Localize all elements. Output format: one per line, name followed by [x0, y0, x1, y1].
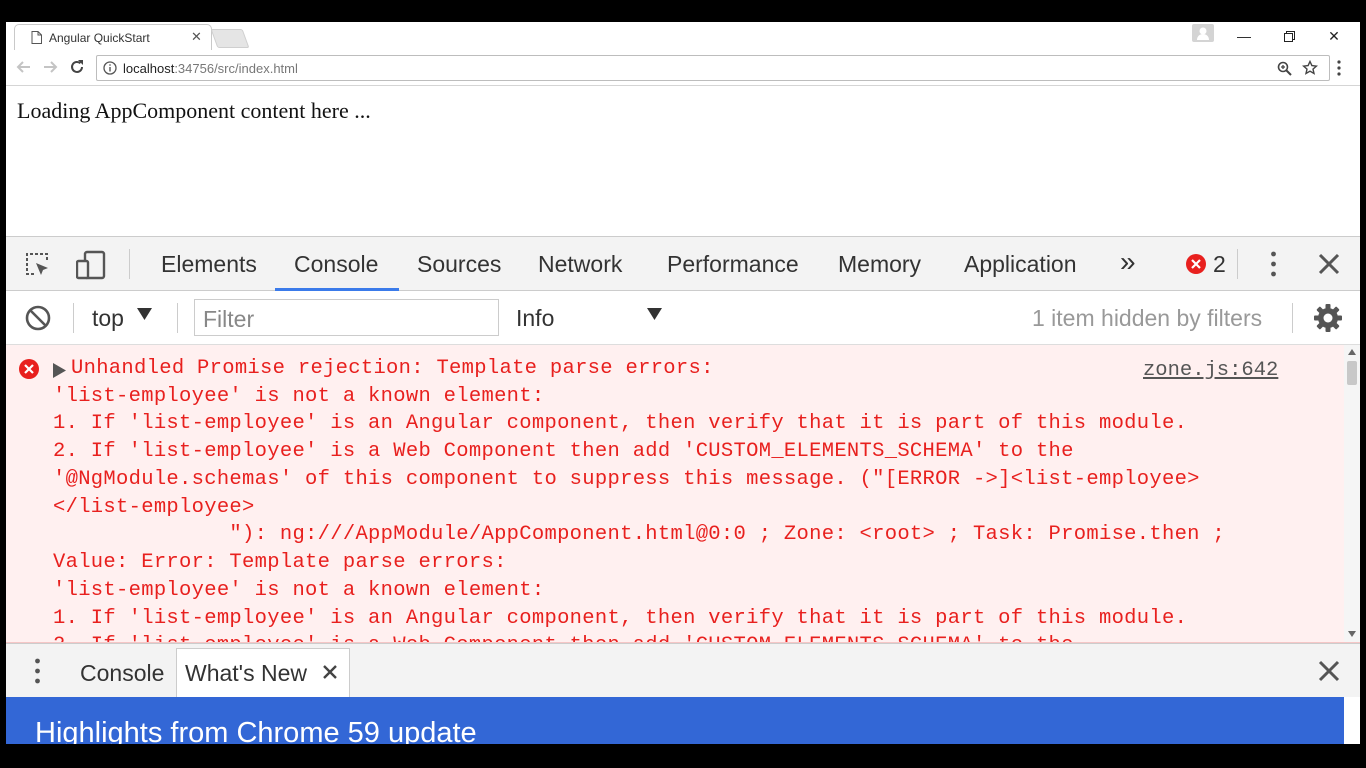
close-drawer-icon[interactable] [1318, 660, 1340, 682]
log-level-select[interactable]: Info [516, 305, 554, 332]
devtools-tab-bar: Elements Console Sources Network Perform… [6, 237, 1360, 291]
inspect-element-icon[interactable] [24, 251, 52, 279]
page-loading-text: Loading AppComponent content here ... [17, 98, 371, 123]
toolbar-divider [73, 303, 74, 333]
banner-heading: Highlights from Chrome 59 update [35, 717, 477, 744]
filter-placeholder: Filter [203, 306, 255, 332]
gear-icon[interactable] [1313, 303, 1343, 333]
console-message-line: 1. If 'list-employee' is an Angular comp… [53, 412, 1188, 435]
console-message-line: Value: Error: Template parse errors: [53, 551, 507, 574]
scroll-down-icon[interactable] [1348, 631, 1356, 637]
close-tab-icon[interactable] [323, 665, 337, 679]
url-host: localhost [123, 61, 175, 76]
console-message-line: 2. If 'list-employee' is a Web Component… [53, 440, 1074, 463]
hidden-items-status: 1 item hidden by filters [1032, 305, 1263, 331]
tab-elements[interactable]: Elements [161, 251, 257, 278]
toolbar-divider [1292, 303, 1293, 333]
url-text: localhost:34756/src/index.html [123, 61, 298, 76]
browser-toolbar: localhost:34756/src/index.html [6, 50, 1360, 86]
drawer-tab-whats-new[interactable]: What's New [176, 648, 350, 698]
tab-strip: Angular QuickStart ✕ — ✕ [6, 22, 1360, 50]
new-tab-button[interactable] [210, 29, 250, 48]
source-link[interactable]: zone.js:642 [1143, 359, 1278, 382]
tab-console[interactable]: Console [294, 251, 378, 278]
bookmark-star-icon[interactable] [1302, 60, 1318, 76]
minimize-button[interactable]: — [1222, 22, 1266, 50]
toolbar-divider [177, 303, 178, 333]
scroll-thumb[interactable] [1347, 361, 1357, 385]
page-icon [31, 31, 42, 44]
expand-triangle-icon[interactable] [53, 363, 66, 378]
close-window-button[interactable]: ✕ [1312, 22, 1356, 50]
address-bar[interactable]: localhost:34756/src/index.html [96, 55, 1330, 81]
console-scrollbar[interactable] [1344, 345, 1360, 642]
tab-network[interactable]: Network [538, 251, 622, 278]
error-count-icon[interactable] [1186, 254, 1206, 274]
console-message-line: 2. If 'list-employee' is a Web Component… [53, 634, 1074, 642]
more-tabs-button[interactable]: » [1120, 246, 1136, 278]
clear-console-icon[interactable] [25, 305, 51, 331]
browser-window: Angular QuickStart ✕ — ✕ localhost:34756… [6, 22, 1360, 744]
console-message-line: </list-employee> [53, 496, 255, 519]
tab-performance[interactable]: Performance [667, 251, 799, 278]
console-message-line: 'list-employee' is not a known element: [53, 385, 545, 408]
reload-icon[interactable] [69, 59, 85, 75]
close-tab-icon[interactable]: ✕ [191, 29, 202, 45]
chevron-down-icon[interactable] [137, 308, 152, 320]
zoom-icon[interactable] [1277, 61, 1292, 76]
url-path: :34756/src/index.html [174, 61, 298, 76]
close-devtools-icon[interactable] [1318, 253, 1340, 275]
scroll-up-icon[interactable] [1348, 349, 1356, 355]
devtools-panel: Elements Console Sources Network Perform… [6, 236, 1360, 744]
error-count[interactable]: 2 [1213, 251, 1226, 278]
tab-application[interactable]: Application [964, 251, 1077, 278]
context-select[interactable]: top [92, 305, 124, 332]
whats-new-banner: Highlights from Chrome 59 update [6, 697, 1344, 744]
restore-button[interactable] [1267, 22, 1311, 50]
tab-memory[interactable]: Memory [838, 251, 921, 278]
drawer-menu-icon[interactable] [35, 658, 40, 684]
devtools-menu-icon[interactable] [1271, 251, 1276, 277]
chevron-down-icon[interactable] [647, 308, 662, 320]
toolbar-divider [1237, 249, 1238, 279]
browser-menu-icon[interactable] [1337, 60, 1341, 76]
toolbar-divider [129, 249, 130, 279]
console-message-line: 'list-employee' is not a known element: [53, 579, 545, 602]
filter-input[interactable]: Filter [194, 299, 499, 336]
drawer-tab-console[interactable]: Console [80, 660, 164, 687]
tab-sources[interactable]: Sources [417, 251, 501, 278]
console-output: Unhandled Promise rejection: Template pa… [6, 345, 1360, 643]
tab-title: Angular QuickStart [49, 31, 150, 45]
console-message-line: "): ng:///AppModule/AppComponent.html@0:… [53, 523, 1225, 546]
error-icon [19, 359, 39, 379]
devtools-drawer-tabs: Console What's New [6, 643, 1360, 698]
forward-icon[interactable] [42, 59, 58, 75]
profile-icon[interactable] [1192, 24, 1214, 42]
back-icon[interactable] [16, 59, 32, 75]
page-viewport: Loading AppComponent content here ... [6, 86, 1360, 236]
device-toolbar-icon[interactable] [76, 250, 106, 280]
browser-tab[interactable]: Angular QuickStart ✕ [14, 24, 212, 50]
console-message-line: '@NgModule.schemas' of this component to… [53, 468, 1200, 491]
drawer-tab-label: What's New [185, 660, 307, 686]
console-message-line[interactable]: Unhandled Promise rejection: Template pa… [71, 357, 714, 380]
info-icon[interactable] [103, 61, 117, 75]
console-message-line: 1. If 'list-employee' is an Angular comp… [53, 607, 1188, 630]
console-filter-bar: top Filter Info 1 item hidden by filters [6, 291, 1360, 345]
